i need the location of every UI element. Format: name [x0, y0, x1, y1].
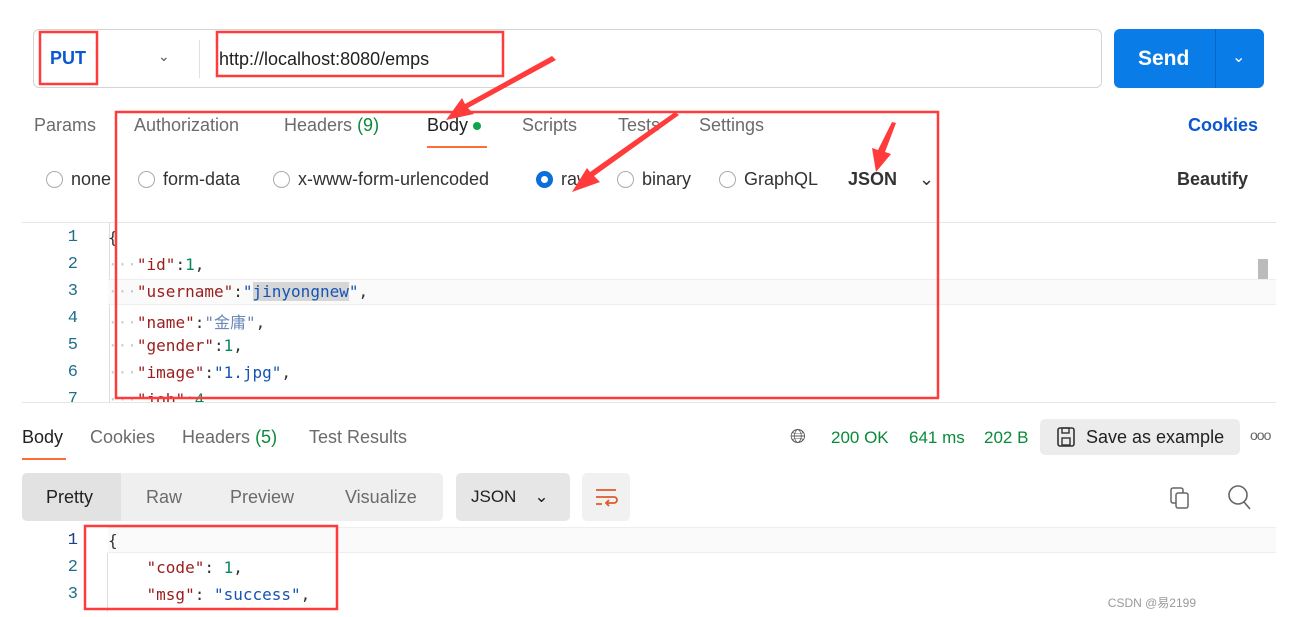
beautify-link[interactable]: Beautify: [1177, 169, 1248, 190]
line-number: 3: [67, 282, 78, 301]
code-line: {: [108, 228, 118, 247]
code-line: ···"name":"金庸",: [108, 313, 266, 332]
view-raw[interactable]: Raw: [146, 487, 182, 508]
code-line: "msg": "success",: [146, 585, 311, 604]
headers-count: (9): [357, 115, 380, 135]
response-tab-cookies[interactable]: Cookies: [90, 427, 155, 448]
radio-form-data[interactable]: form-data: [138, 169, 240, 190]
more-options-icon[interactable]: ooo: [1250, 427, 1271, 443]
line-number: 5: [67, 336, 78, 355]
code-line: ···"gender":1,: [108, 336, 243, 355]
code-line: ···"id":1,: [108, 255, 205, 274]
line-number: 6: [67, 363, 78, 382]
radio-label: none: [71, 169, 112, 189]
tab-settings[interactable]: Settings: [699, 115, 764, 136]
radio-label: GraphQL: [744, 169, 819, 189]
tab-authorization[interactable]: Authorization: [134, 115, 239, 136]
cookies-link[interactable]: Cookies: [1188, 115, 1258, 136]
code-line: "code": 1,: [146, 558, 243, 577]
line-number: 4: [67, 309, 78, 328]
tab-tests[interactable]: Tests: [618, 115, 660, 136]
response-body-viewer[interactable]: 1 2 3 { "code": 1, "msg": "success",: [22, 527, 1276, 612]
watermark: CSDN @易2199: [1107, 596, 1196, 610]
send-label: Send: [1138, 47, 1190, 70]
tab-body[interactable]: Body: [427, 115, 482, 136]
wrap-lines-button[interactable]: [582, 473, 630, 521]
method-select[interactable]: PUT: [50, 48, 86, 69]
request-body-editor[interactable]: 1 2 3 4 5 6 7 { ···"id":1, ···"username"…: [22, 222, 1276, 403]
radio-label: binary: [642, 169, 692, 189]
current-line-highlight: [108, 527, 1276, 553]
url-input[interactable]: http://localhost:8080/emps: [219, 49, 429, 70]
button-label: Save as example: [1086, 427, 1225, 447]
divider: [1215, 29, 1216, 88]
view-visualize[interactable]: Visualize: [345, 487, 417, 508]
search-icon[interactable]: [1227, 484, 1253, 512]
code-line: ···"job":4: [108, 390, 205, 403]
tab-headers[interactable]: Headers (9): [284, 115, 379, 136]
line-number: 2: [67, 255, 78, 274]
save-icon: [1057, 427, 1075, 447]
radio-label: raw: [561, 169, 591, 189]
format-label: JSON: [848, 169, 898, 189]
response-size[interactable]: 202 B: [984, 428, 1028, 448]
view-preview[interactable]: Preview: [230, 487, 294, 508]
radio-icon: [46, 171, 63, 188]
code-line: {: [108, 531, 118, 550]
response-time[interactable]: 641 ms: [909, 428, 965, 448]
response-format-select[interactable]: JSON ⌄: [456, 473, 570, 521]
radio-icon: [617, 171, 634, 188]
line-number: 1: [67, 531, 78, 550]
radio-binary[interactable]: binary: [617, 169, 691, 190]
code-line: ···"image":"1.jpg",: [108, 363, 292, 382]
annotation-arrow: [872, 122, 896, 172]
copy-icon[interactable]: [1168, 485, 1194, 511]
response-tab-test-results[interactable]: Test Results: [309, 427, 407, 448]
chevron-down-icon: ⌄: [919, 169, 935, 189]
chevron-down-icon[interactable]: ⌄: [158, 48, 170, 65]
raw-format-select[interactable]: JSON ⌄: [848, 169, 934, 190]
tab-label: Body: [427, 115, 469, 135]
tab-scripts[interactable]: Scripts: [522, 115, 577, 136]
tab-label: Headers: [182, 427, 251, 447]
chevron-down-icon: ⌄: [534, 487, 549, 506]
url-bar: [33, 29, 1102, 88]
view-pretty[interactable]: Pretty: [46, 487, 93, 508]
tab-label: Headers: [284, 115, 353, 135]
radio-none[interactable]: none: [46, 169, 111, 190]
format-label: JSON: [471, 487, 517, 506]
code-line: ···"username":"jinyongnew",: [108, 282, 369, 301]
headers-count: (5): [255, 427, 278, 447]
radio-icon: [273, 171, 290, 188]
send-button[interactable]: Send ⌄: [1114, 29, 1264, 88]
radio-label: x-www-form-urlencoded: [298, 169, 490, 189]
radio-icon: [138, 171, 155, 188]
radio-raw[interactable]: raw: [536, 169, 590, 190]
radio-icon: [719, 171, 736, 188]
status-code[interactable]: 200 OK: [831, 428, 889, 448]
active-tab-indicator: [427, 146, 487, 148]
radio-label: form-data: [163, 169, 241, 189]
wrap-icon: [596, 489, 618, 507]
radio-graphql[interactable]: GraphQL: [719, 169, 818, 190]
line-number: 1: [67, 228, 78, 247]
line-number: 3: [67, 585, 78, 604]
scrollbar-thumb[interactable]: [1258, 259, 1268, 279]
active-tab-indicator: [22, 458, 66, 460]
response-tab-body[interactable]: Body: [22, 427, 63, 448]
chevron-down-icon[interactable]: ⌄: [1232, 47, 1245, 67]
divider: [199, 40, 200, 78]
globe-icon[interactable]: 🌐︎: [790, 426, 806, 449]
line-number: 7: [67, 390, 78, 403]
radio-urlencoded[interactable]: x-www-form-urlencoded: [273, 169, 489, 190]
tab-params[interactable]: Params: [34, 115, 96, 136]
status-dot-icon: [473, 122, 482, 131]
radio-selected-icon: [536, 171, 553, 188]
line-number: 2: [67, 558, 78, 577]
response-tab-headers[interactable]: Headers (5): [182, 427, 277, 448]
